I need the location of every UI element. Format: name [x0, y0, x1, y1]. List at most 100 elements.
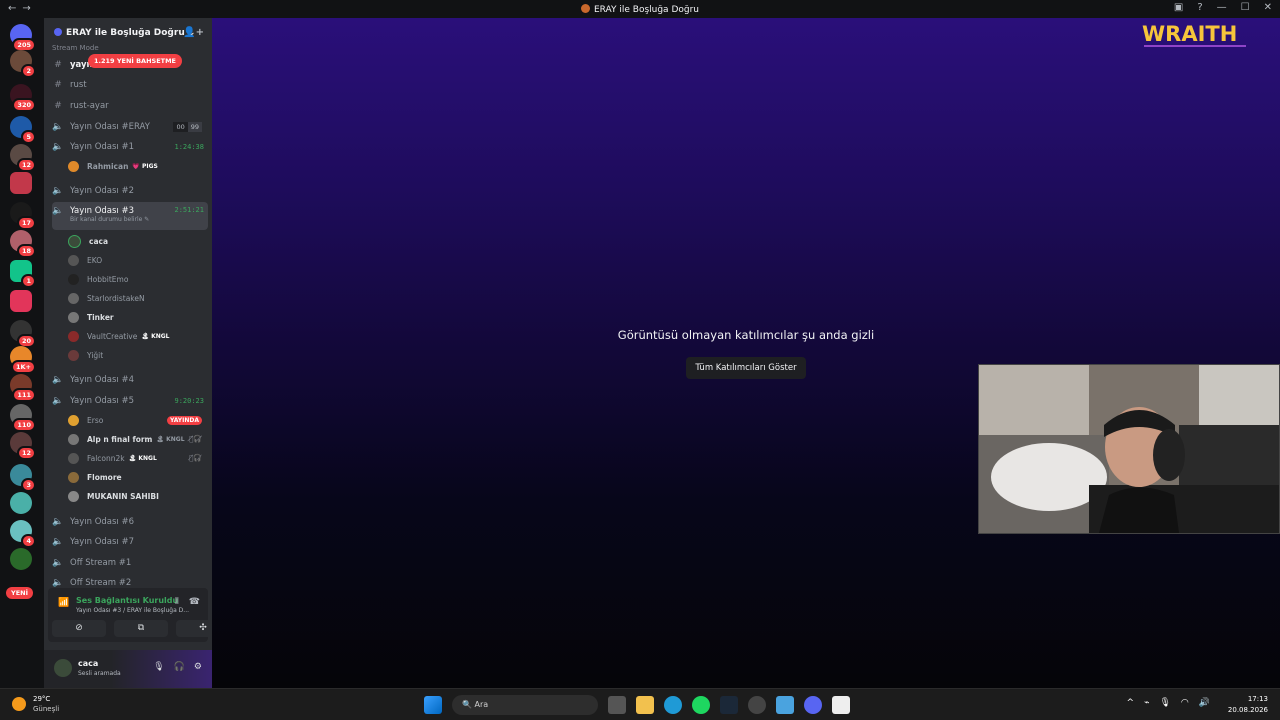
server-icon[interactable]: 20 — [10, 320, 36, 348]
server-icon[interactable]: 12 — [10, 432, 36, 460]
server-icon[interactable]: 5 — [10, 116, 36, 144]
server-boost-icon — [54, 28, 62, 36]
chevron-up-icon[interactable]: ^ — [1127, 698, 1135, 708]
voice-channel[interactable]: 🔈 Yayın Odası #4 — [52, 371, 208, 388]
speaker-icon: 🔈 — [52, 536, 64, 547]
disconnect-icon[interactable]: ☎ — [189, 597, 200, 607]
speaker-icon: 🔈 — [52, 395, 64, 406]
speaker-icon: 🔈 — [52, 577, 64, 588]
voice-stage: WRAITH Görüntüsü olmayan katılımcılar şu… — [212, 18, 1280, 688]
volume-icon[interactable]: 🔊 — [1199, 698, 1210, 708]
server-icon[interactable]: 4 — [10, 520, 36, 548]
task-view-icon[interactable] — [608, 696, 626, 714]
start-icon[interactable] — [424, 696, 442, 714]
server-icon[interactable] — [10, 172, 32, 194]
gear-icon[interactable]: ⚙ — [194, 662, 202, 672]
notepad-icon[interactable] — [776, 696, 794, 714]
spotify-icon[interactable] — [692, 696, 710, 714]
server-icon[interactable]: 3 — [10, 464, 36, 492]
webcam-overlay — [978, 364, 1280, 534]
brand-logo: WRAITH — [1142, 22, 1238, 46]
server-icon[interactable]: 17 — [10, 202, 36, 230]
edge-icon[interactable] — [664, 696, 682, 714]
server-icon[interactable]: 1K+ — [10, 346, 36, 374]
voice-user[interactable]: Yiğit — [68, 347, 208, 363]
webcam-image — [979, 365, 1279, 533]
server-rail: 205 2 320 5 12 17 18 1 20 1K+ 111 110 12… — [0, 18, 44, 688]
voice-channel[interactable]: 🔈 Yayın Odası #1 1:24:38 — [52, 138, 208, 155]
maximize-button[interactable]: ☐ — [1241, 2, 1250, 13]
voice-user[interactable]: EKO — [68, 252, 208, 268]
clock[interactable]: 17:13 20.08.2026 — [1228, 694, 1268, 716]
camera-off-button[interactable]: ⊘ — [52, 620, 106, 637]
voice-user[interactable]: Alp n final form 🏝 KNGL 🎙̸🎧̸ — [68, 431, 208, 447]
steam-icon[interactable] — [720, 696, 738, 714]
show-all-participants-button[interactable]: Tüm Katılımcıları Göster — [686, 357, 806, 379]
headphones-icon[interactable]: 🎧 — [174, 662, 185, 672]
voice-channel[interactable]: 🔈 Off Stream #1 — [52, 554, 208, 571]
user-panel: caca Sesli aramada 🎙 🎧 ⚙ — [44, 650, 212, 688]
avatar[interactable] — [54, 659, 72, 677]
discord-icon[interactable] — [804, 696, 822, 714]
faded-category: Stream Mode — [52, 44, 99, 52]
voice-user[interactable]: MUKANIN SAHIBI — [68, 488, 208, 504]
app-icon[interactable] — [748, 696, 766, 714]
voice-channel[interactable]: 🔈 Yayın Odası #ERAY 00 99 — [52, 118, 208, 135]
voice-user[interactable]: Tinker — [68, 309, 208, 325]
home-dm-button[interactable]: 205 — [10, 24, 36, 52]
signal-icon[interactable]: 📶 — [58, 598, 69, 608]
server-icon[interactable] — [10, 548, 32, 570]
wifi-icon[interactable]: ◠ — [1181, 698, 1189, 708]
microphone-icon[interactable]: 🎙 — [1159, 698, 1170, 708]
server-icon[interactable]: 110 — [10, 404, 36, 432]
channel-status[interactable]: Bir kanal durumu belirle ✎ — [70, 216, 149, 223]
avatar — [68, 254, 79, 266]
server-icon[interactable] — [10, 492, 32, 514]
minimize-button[interactable]: — — [1217, 2, 1227, 13]
speaker-icon: 🔈 — [52, 374, 64, 385]
file-explorer-icon[interactable] — [636, 696, 654, 714]
hashtag-icon: # — [54, 59, 62, 70]
system-tray: ^ ⌁ 🎙 ◠ 🔊 — [1127, 698, 1210, 708]
app-icon — [580, 4, 590, 13]
new-mentions-pill[interactable]: 1.219 YENİ BAHSETME — [88, 54, 182, 68]
voice-user[interactable]: caca — [68, 233, 208, 249]
server-icon[interactable]: 111 — [10, 374, 36, 402]
avatar — [68, 452, 79, 464]
channel-rust-ayar[interactable]: # rust-ayar — [52, 97, 208, 114]
voice-channel-active[interactable]: 🔈 Yayın Odası #3 2:51:21 Bir kanal durumu b… — [52, 202, 208, 230]
voice-user[interactable]: Rahmican 💗 PIGS — [68, 158, 208, 174]
avatar — [68, 234, 81, 248]
server-icon[interactable] — [10, 290, 32, 312]
voice-user[interactable]: Falconn2k 🏝 KNGL 🎙̸🎧̸ — [68, 450, 208, 466]
server-icon[interactable]: 18 — [10, 230, 36, 258]
muted-deafened-icon: 🎙̸🎧̸ — [189, 454, 202, 462]
server-icon[interactable]: 320 — [10, 84, 36, 112]
voice-user[interactable]: Erso YAYINDA — [68, 412, 208, 428]
speaker-icon: 🔈 — [52, 141, 64, 152]
network-icon[interactable]: ⌁ — [1144, 698, 1149, 708]
microphone-icon[interactable]: 🎙 — [153, 662, 164, 672]
voice-channel[interactable]: 🔈 Yayın Odası #5 9:20:23 — [52, 392, 208, 409]
server-icon[interactable]: 2 — [10, 50, 36, 78]
voice-channel[interactable]: 🔈 Yayın Odası #6 — [52, 513, 208, 530]
voice-user[interactable]: VaultCreative 🏝 KNGL — [68, 328, 208, 344]
server-icon[interactable]: 1 — [10, 260, 36, 288]
voice-user[interactable]: Flomore — [68, 469, 208, 485]
voice-user[interactable]: HobbitEmo — [68, 271, 208, 287]
server-icon[interactable]: 12 — [10, 144, 36, 172]
screen-share-button[interactable]: ⧉ — [114, 620, 168, 637]
title-bar: ←→ ERAY ile Boşluğa Doğru ▣ ? — ☐ ✕ — [0, 0, 1280, 18]
voice-channel[interactable]: 🔈 Yayın Odası #7 — [52, 533, 208, 550]
close-button[interactable]: ✕ — [1264, 2, 1272, 13]
inbox-icon[interactable]: ▣ — [1174, 2, 1183, 13]
voice-channel[interactable]: 🔈 Yayın Odası #2 — [52, 182, 208, 199]
taskbar-search[interactable]: 🔍 Ara — [452, 695, 598, 715]
noise-suppression-icon[interactable]: ⫴ — [175, 597, 179, 607]
voice-user[interactable]: StarlordistakeN — [68, 290, 208, 306]
new-servers-pill[interactable]: YENİ — [6, 587, 34, 599]
channel-rust[interactable]: # rust — [52, 76, 208, 93]
invite-user-icon[interactable]: 👤+ — [183, 27, 204, 38]
help-icon[interactable]: ? — [1197, 2, 1202, 13]
capcut-icon[interactable] — [832, 696, 850, 714]
